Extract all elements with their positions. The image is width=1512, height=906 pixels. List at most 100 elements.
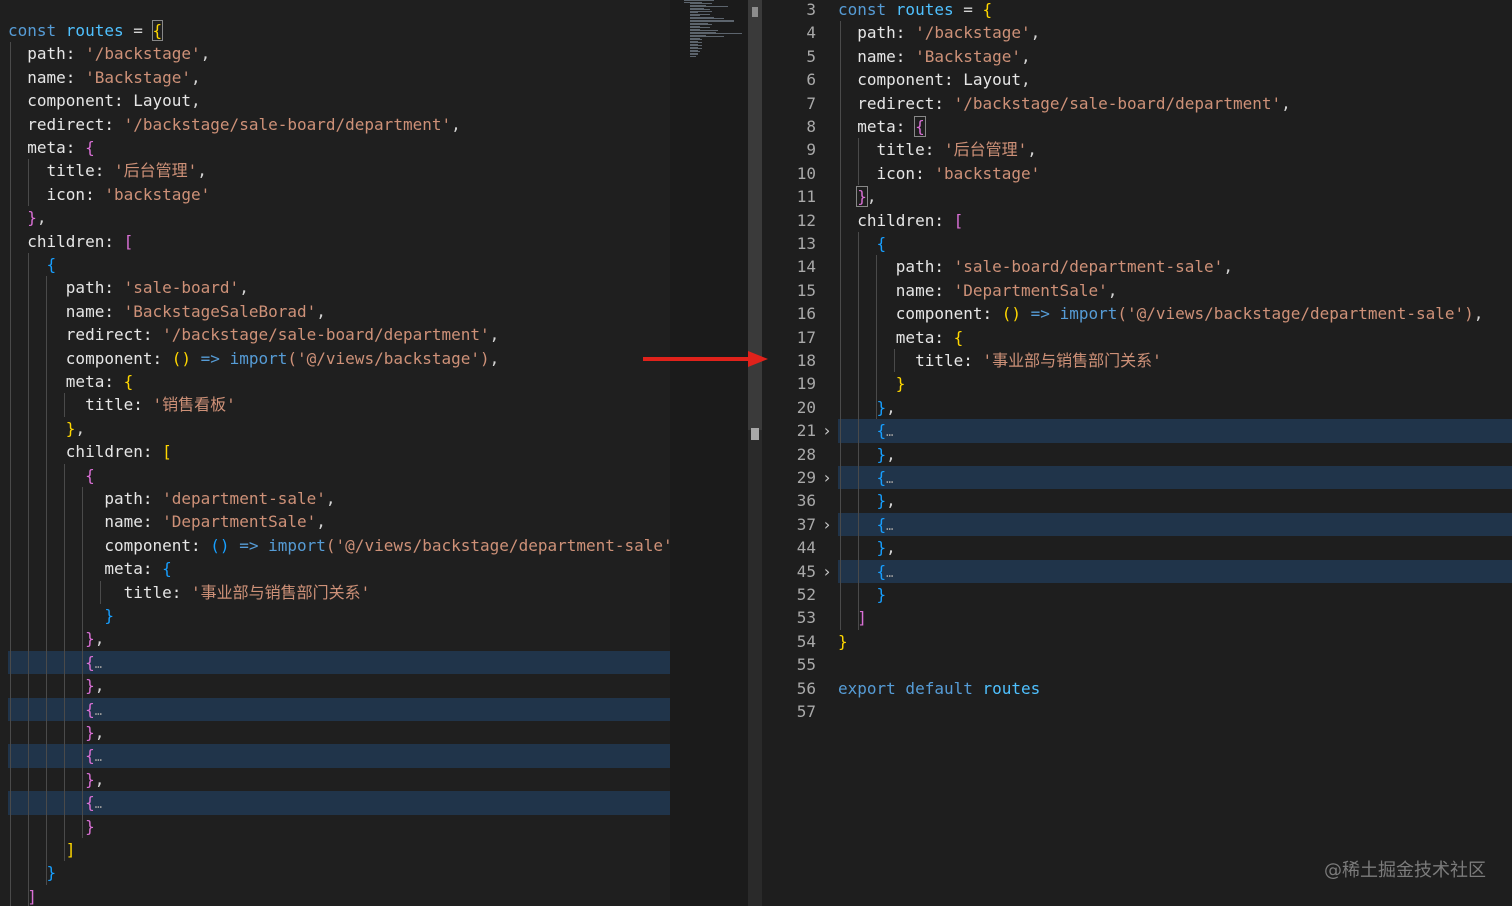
code-line[interactable]: {… [8,698,670,721]
code-line[interactable]: } [8,815,670,838]
code-token: '事业部与销售部门关系' [982,351,1162,370]
code-token: { [85,652,95,672]
code-line[interactable]: {… [8,744,670,767]
code-line[interactable]: children: [ [8,440,670,463]
fold-ellipsis[interactable]: … [95,750,102,764]
code-line[interactable]: path: 'sale-board', [8,276,670,299]
chevron-right-icon[interactable]: › [820,560,834,583]
code-line[interactable]: title: '事业部与销售部门关系' [8,581,670,604]
code-token: '销售看板' [152,395,236,415]
code-line[interactable]: }, [8,674,670,697]
code-line[interactable]: {… [838,513,1512,536]
chevron-right-icon[interactable]: › [820,419,834,442]
code-line[interactable]: path: '/backstage', [838,21,1512,44]
code-line[interactable]: { [838,232,1512,255]
code-line[interactable]: name: 'DepartmentSale', [838,279,1512,302]
code-line[interactable]: } [838,583,1512,606]
code-line[interactable]: { [8,464,670,487]
code-line[interactable]: }, [838,443,1512,466]
code-line[interactable]: component: () => import('@/views/backsta… [8,534,670,557]
code-line[interactable]: meta: { [8,370,670,393]
code-line[interactable]: }, [8,206,670,229]
minimap-line [690,55,696,57]
code-line[interactable]: path: 'department-sale', [8,487,670,510]
line-number: 56 [796,678,816,698]
code-line[interactable]: export default routes [838,677,1512,700]
code-line[interactable]: {… [8,651,670,674]
code-line[interactable]: ] [838,606,1512,629]
chevron-right-icon[interactable]: › [820,466,834,489]
code-line[interactable]: children: [ [8,230,670,253]
code-line[interactable]: name: 'DepartmentSale', [8,510,670,533]
fold-ellipsis[interactable]: … [886,566,893,580]
code-line[interactable]: } [8,604,670,627]
code-line[interactable]: meta: { [8,136,670,159]
code-line[interactable]: redirect: '/backstage/sale-board/departm… [8,113,670,136]
code-line[interactable]: icon: 'backstage' [8,183,670,206]
code-line[interactable]: path: 'sale-board/department-sale', [838,255,1512,278]
code-token: children: [838,210,954,230]
fold-ellipsis[interactable]: … [95,797,102,811]
code-line[interactable]: { [8,253,670,276]
fold-ellipsis[interactable]: … [95,704,102,718]
code-line[interactable]: }, [8,768,670,791]
fold-ellipsis[interactable]: … [886,519,893,533]
code-line[interactable]: ] [8,885,670,906]
fold-ellipsis[interactable]: … [886,425,893,439]
code-line[interactable] [838,653,1512,676]
code-line[interactable]: }, [838,185,1512,208]
code-line[interactable]: redirect: '/backstage/sale-board/departm… [838,92,1512,115]
code-line[interactable]: children: [ [838,209,1512,232]
minimap-preview[interactable] [684,0,746,58]
code-line[interactable]: } [8,861,670,884]
code-token: 'DepartmentSale' [162,512,317,532]
code-line[interactable]: component: Layout, [8,89,670,112]
code-line[interactable]: name: 'Backstage', [8,66,670,89]
code-line[interactable]: meta: { [8,557,670,580]
code-line[interactable]: {… [838,466,1512,489]
code-line[interactable]: }, [8,721,670,744]
code-line[interactable]: }, [8,627,670,650]
code-line[interactable]: }, [838,396,1512,419]
code-line[interactable]: meta: { [838,326,1512,349]
code-line[interactable]: meta: { [838,115,1512,138]
code-line[interactable] [838,700,1512,723]
code-line[interactable]: name: 'Backstage', [838,45,1512,68]
line-number: 54 [796,631,816,651]
code-line[interactable]: redirect: '/backstage/sale-board/departm… [8,323,670,346]
fold-ellipsis[interactable]: … [95,657,102,671]
chevron-right-icon[interactable]: › [820,513,834,536]
code-line[interactable]: title: '销售看板' [8,393,670,416]
fold-ellipsis[interactable]: … [886,472,893,486]
code-line[interactable]: title: '后台管理', [838,138,1512,161]
code-line[interactable]: ] [8,838,670,861]
code-line[interactable]: icon: 'backstage' [838,162,1512,185]
code-token: path: [8,44,86,64]
code-line[interactable]: }, [8,417,670,440]
code-line[interactable]: }, [838,489,1512,512]
code-line[interactable]: component: () => import('@/views/backsta… [8,347,670,370]
code-line[interactable]: {… [838,560,1512,583]
code-line[interactable]: } [838,372,1512,395]
code-line[interactable]: const routes = { [8,19,670,42]
code-line[interactable]: {… [8,791,670,814]
code-line[interactable]: } [838,630,1512,653]
line-number: 14 [796,257,816,277]
code-line[interactable]: title: '后台管理', [8,159,670,182]
line-number: 10 [796,163,816,183]
code-line[interactable]: path: '/backstage', [8,42,670,65]
code-line[interactable]: title: '事业部与销售部门关系' [838,349,1512,372]
code-line[interactable]: component: Layout, [838,68,1512,91]
code-line[interactable]: component: () => import('@/views/backsta… [838,302,1512,325]
code-line[interactable]: name: 'BackstageSaleBorad', [8,300,670,323]
code-line[interactable]: {… [838,419,1512,442]
code-token: } [838,631,848,651]
code-line[interactable]: const routes = { [838,0,1512,21]
code-line[interactable]: }, [838,536,1512,559]
